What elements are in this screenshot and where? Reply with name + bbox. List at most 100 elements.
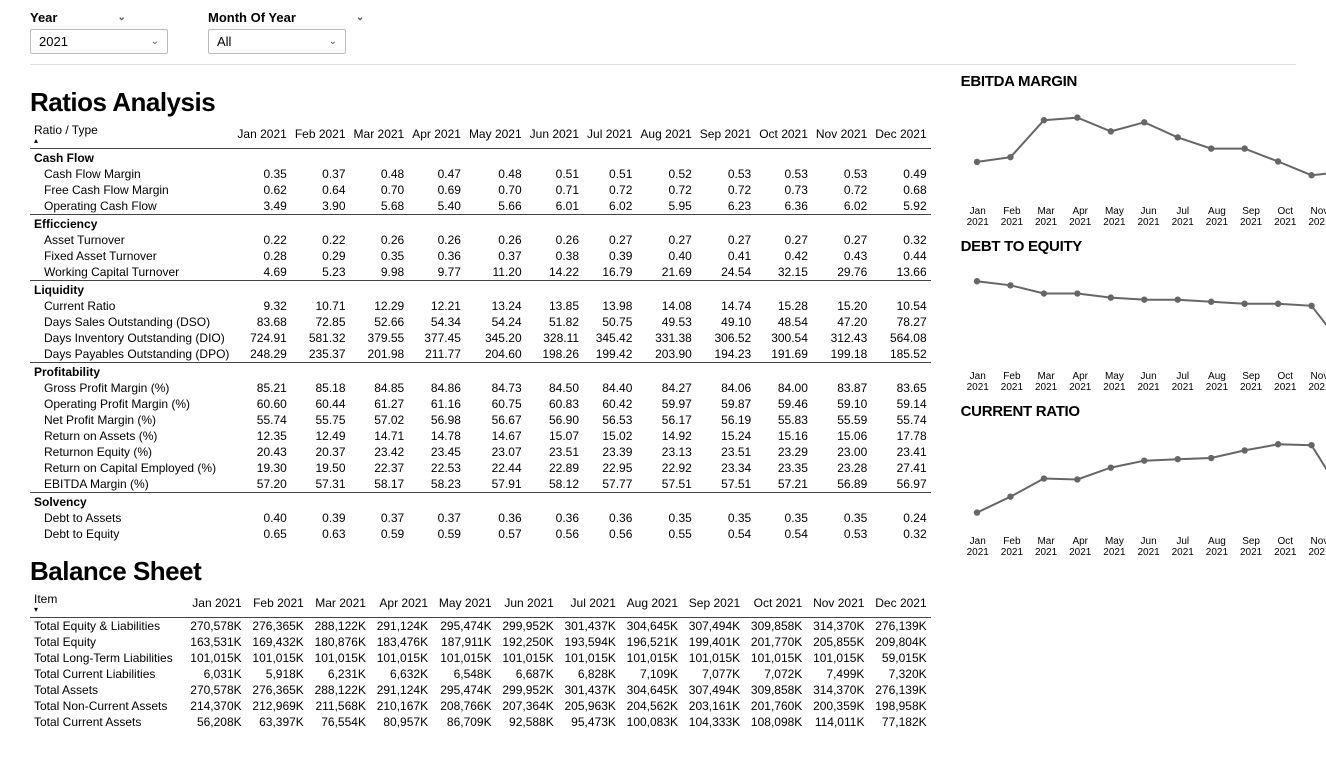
month-col-header[interactable]: Jul 2021 [558,591,620,618]
month-col-header[interactable]: Jan 2021 [233,122,290,149]
cell-value: 15.20 [812,298,871,314]
chart-point[interactable] [1107,294,1113,300]
month-col-header[interactable]: May 2021 [432,591,496,618]
chart-point[interactable] [1241,447,1247,453]
month-col-header[interactable]: Apr 2021 [408,122,465,149]
table-row[interactable]: Debt to Assets0.400.390.370.370.360.360.… [30,510,931,526]
chart-point[interactable] [1208,455,1214,461]
table-row[interactable]: Cash Flow Margin0.350.370.480.470.480.51… [30,166,931,182]
chart-point[interactable] [1275,158,1281,164]
chart-point[interactable] [1308,442,1314,448]
table-row[interactable]: Return on Capital Employed (%)19.3019.50… [30,460,931,476]
chart-point[interactable] [1141,119,1147,125]
chart-point[interactable] [1308,172,1314,178]
cell-value: 101,015K [308,650,370,666]
table-row[interactable]: Total Current Assets56,208K63,397K76,554… [30,714,931,730]
month-col-header[interactable]: Mar 2021 [350,122,409,149]
month-col-header[interactable]: Feb 2021 [246,591,308,618]
table-row[interactable]: Fixed Asset Turnover0.280.290.350.360.37… [30,248,931,264]
ratios-table[interactable]: Ratio / Type▴Jan 2021Feb 2021Mar 2021Apr… [30,122,931,542]
table-row[interactable]: Total Non-Current Assets214,370K212,969K… [30,698,931,714]
table-row[interactable]: Working Capital Turnover4.695.239.989.77… [30,264,931,281]
month-col-header[interactable]: Jan 2021 [184,591,246,618]
chart-point[interactable] [1308,303,1314,309]
month-dropdown[interactable]: All ⌄ [208,29,346,54]
cell-value: 198.26 [526,346,583,363]
month-col-header[interactable]: Apr 2021 [370,591,432,618]
chart-point[interactable] [1040,475,1046,481]
month-col-header[interactable]: Feb 2021 [291,122,350,149]
chart-point[interactable] [973,159,979,165]
table-row[interactable]: EBITDA Margin (%)57.2057.3158.1758.2357.… [30,476,931,493]
month-col-header[interactable]: Oct 2021 [744,591,806,618]
month-col-header[interactable]: Jul 2021 [583,122,636,149]
month-col-header[interactable]: Oct 2021 [755,122,812,149]
chart-point[interactable] [1074,114,1080,120]
table-row[interactable]: Operating Cash Flow3.493.905.685.405.666… [30,198,931,215]
month-col-header[interactable]: Dec 2021 [871,122,930,149]
table-row[interactable]: Returnon Equity (%)20.4320.3723.4223.452… [30,444,931,460]
month-col-header[interactable]: Mar 2021 [308,591,370,618]
month-col-header[interactable]: Nov 2021 [806,591,868,618]
month-col-header[interactable]: Sep 2021 [682,591,744,618]
chart-point[interactable] [1241,301,1247,307]
cell-value: 60.44 [291,396,350,412]
month-col-header[interactable]: May 2021 [465,122,526,149]
chart-point[interactable] [1208,299,1214,305]
table-row[interactable]: Total Equity163,531K169,432K180,876K183,… [30,634,931,650]
month-col-header[interactable]: Jun 2021 [526,122,583,149]
chart-point[interactable] [1074,290,1080,296]
table-row[interactable]: Total Long-Term Liabilities101,015K101,0… [30,650,931,666]
chart-point[interactable] [1275,441,1281,447]
month-col-header[interactable]: Aug 2021 [636,122,695,149]
axis-label: Mar2021 [1029,206,1063,228]
chart-point[interactable] [1107,464,1113,470]
month-col-header[interactable]: Dec 2021 [868,591,930,618]
chart-point[interactable] [973,509,979,515]
table-row[interactable]: Total Assets270,578K276,365K288,122K291,… [30,682,931,698]
chart-point[interactable] [1141,296,1147,302]
table-row[interactable]: Asset Turnover0.220.220.260.260.260.260.… [30,232,931,248]
table-row[interactable]: Total Current Liabilities6,031K5,918K6,2… [30,666,931,682]
cell-value: 12.49 [291,428,350,444]
cell-value: 22.37 [350,460,409,476]
chart-point[interactable] [1040,290,1046,296]
table-row[interactable]: Total Equity & Liabilities270,578K276,36… [30,618,931,635]
chart-point[interactable] [1208,145,1214,151]
ratios-col-header[interactable]: Ratio / Type▴ [30,122,233,149]
year-dropdown[interactable]: 2021 ⌄ [30,29,168,54]
balance-col-header[interactable]: Item▾ [30,591,184,618]
cell-value: 0.57 [465,526,526,542]
chart-point[interactable] [1275,301,1281,307]
chart-point[interactable] [1074,476,1080,482]
month-col-header[interactable]: Sep 2021 [696,122,755,149]
month-col-header[interactable]: Nov 2021 [812,122,871,149]
chart-point[interactable] [973,278,979,284]
table-row[interactable]: Operating Profit Margin (%)60.6060.4461.… [30,396,931,412]
chart-point[interactable] [1007,282,1013,288]
month-col-header[interactable]: Aug 2021 [620,591,682,618]
cell-value: 0.36 [526,510,583,526]
chart-point[interactable] [1174,296,1180,302]
table-row[interactable]: Net Profit Margin (%)55.7455.7557.0256.9… [30,412,931,428]
chart-point[interactable] [1007,154,1013,160]
chart-point[interactable] [1174,456,1180,462]
table-row[interactable]: Gross Profit Margin (%)85.2185.1884.8584… [30,380,931,396]
chart-point[interactable] [1040,117,1046,123]
chart-point[interactable] [1241,145,1247,151]
chart-point[interactable] [1141,457,1147,463]
table-row[interactable]: Current Ratio9.3210.7112.2912.2113.2413.… [30,298,931,314]
cell-value: 214,370K [184,698,246,714]
chart-point[interactable] [1007,493,1013,499]
table-row[interactable]: Days Payables Outstanding (DPO)248.29235… [30,346,931,363]
chart-point[interactable] [1174,134,1180,140]
table-row[interactable]: Return on Assets (%)12.3512.4914.7114.78… [30,428,931,444]
table-row[interactable]: Days Sales Outstanding (DSO)83.6872.8552… [30,314,931,330]
table-row[interactable]: Debt to Equity0.650.630.590.590.570.560.… [30,526,931,542]
month-col-header[interactable]: Jun 2021 [496,591,558,618]
chart-point[interactable] [1107,128,1113,134]
table-row[interactable]: Free Cash Flow Margin0.620.640.700.690.7… [30,182,931,198]
table-row[interactable]: Days Inventory Outstanding (DIO)724.9158… [30,330,931,346]
balance-table[interactable]: Item▾Jan 2021Feb 2021Mar 2021Apr 2021May… [30,591,931,730]
cell-value: 0.40 [636,248,695,264]
